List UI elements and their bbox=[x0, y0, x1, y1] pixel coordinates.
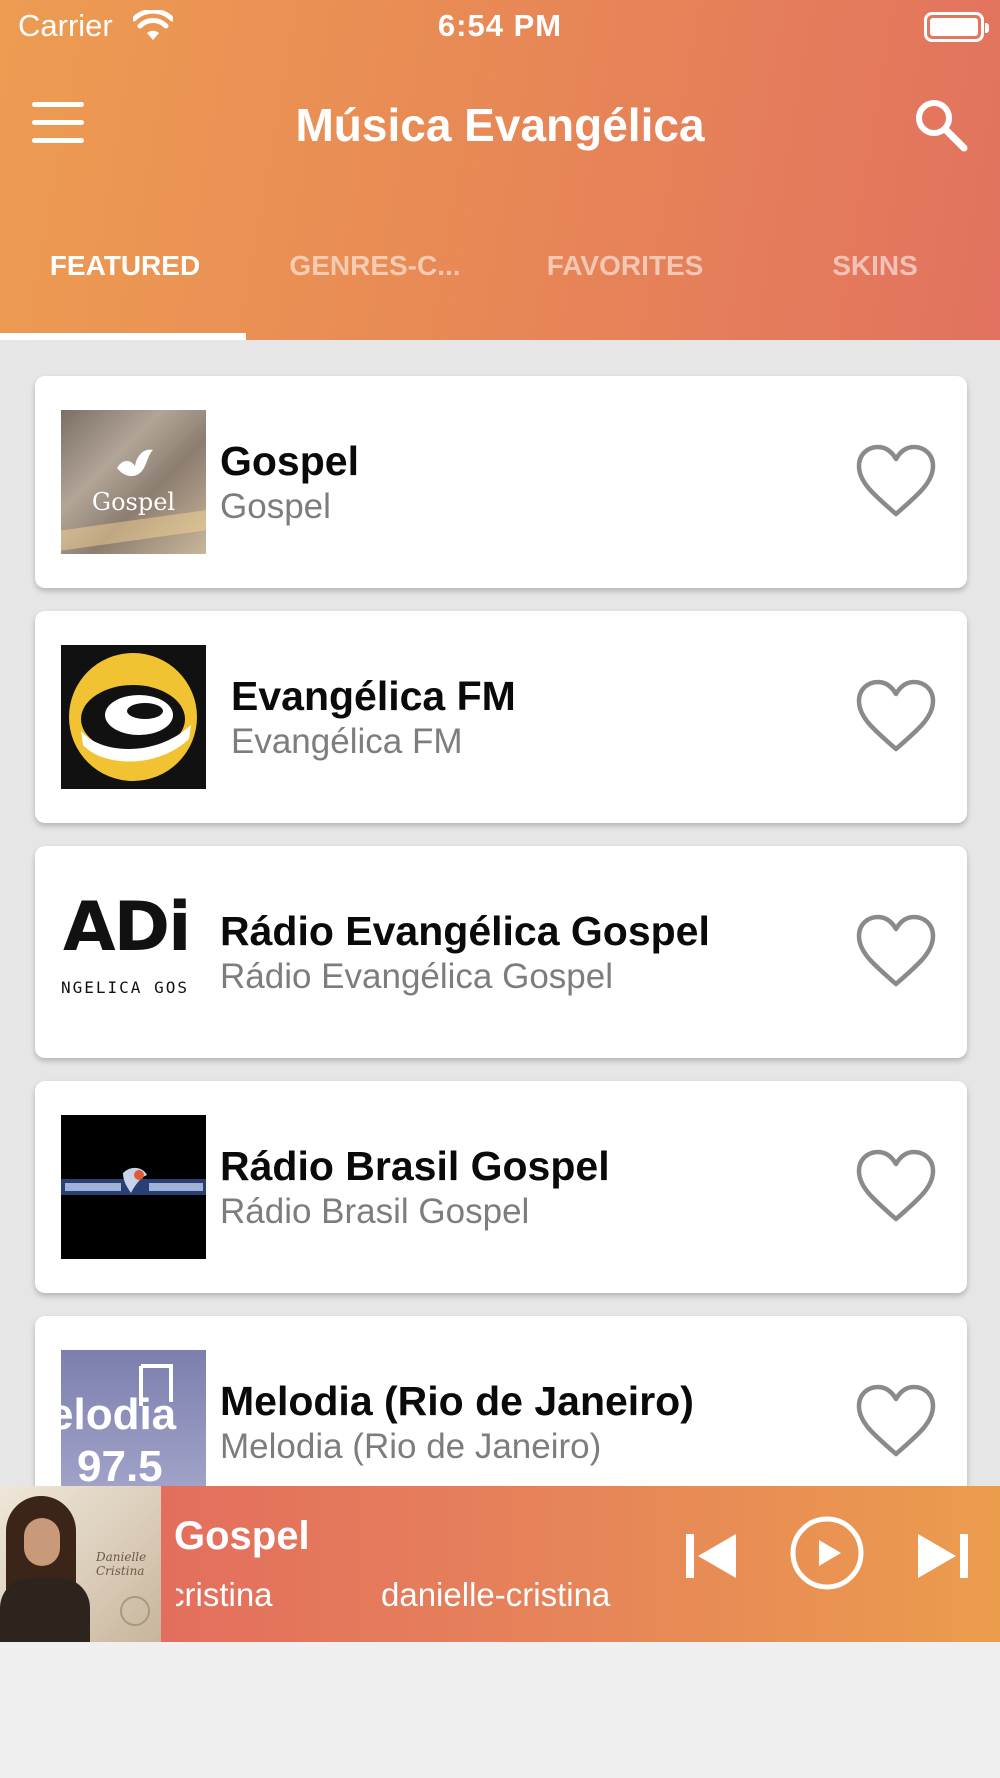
skip-previous-icon[interactable] bbox=[682, 1528, 740, 1584]
page-title: Música Evangélica bbox=[295, 99, 705, 151]
station-card-radio-evangelica-gospel[interactable]: ADi NGELICA GOS Rádio Evangélica Gospel … bbox=[35, 846, 967, 1058]
station-logo bbox=[61, 1115, 206, 1259]
station-logo: Gospel bbox=[61, 410, 206, 554]
tab-favorites[interactable]: FAVORITES bbox=[500, 236, 750, 340]
logo-text: Gospel bbox=[91, 488, 176, 516]
brasil-logo-icon bbox=[61, 1167, 206, 1195]
search-icon[interactable] bbox=[912, 96, 970, 154]
heart-icon[interactable] bbox=[853, 1147, 939, 1225]
station-subtitle: Rádio Evangélica Gospel bbox=[220, 957, 614, 996]
station-title: Rádio Brasil Gospel bbox=[220, 1143, 610, 1189]
evangelica-logo-icon bbox=[69, 653, 197, 781]
mini-player[interactable]: Danielle Cristina Gospel lle-cristina da… bbox=[0, 1486, 1000, 1642]
cover-signature: Danielle Cristina bbox=[96, 1550, 147, 1578]
tab-genres[interactable]: GENRES-C... bbox=[250, 236, 500, 340]
station-title: Rádio Evangélica Gospel bbox=[220, 908, 710, 954]
tab-skins[interactable]: SKINS bbox=[750, 236, 1000, 340]
status-time: 6:54 PM bbox=[437, 8, 563, 43]
station-logo: elodia 97.5 bbox=[61, 1350, 206, 1486]
heart-icon[interactable] bbox=[853, 677, 939, 755]
album-cover[interactable]: Danielle Cristina bbox=[0, 1486, 161, 1642]
status-bar: Carrier 6:54 PM bbox=[0, 0, 1000, 56]
skip-next-icon[interactable] bbox=[914, 1528, 972, 1584]
station-title: Evangélica FM bbox=[231, 673, 516, 719]
station-list[interactable]: Gospel Gospel Gospel Evangélica FM Evang… bbox=[0, 340, 1000, 1486]
station-logo bbox=[61, 645, 206, 789]
station-card-gospel[interactable]: Gospel Gospel Gospel bbox=[35, 376, 967, 588]
dove-icon bbox=[117, 449, 153, 477]
heart-icon[interactable] bbox=[853, 912, 939, 990]
logo-subtext: 97.5 bbox=[77, 1442, 163, 1486]
app-root: Carrier 6:54 PM Música Evangélica FEATUR… bbox=[0, 0, 1000, 1778]
header: Carrier 6:54 PM Música Evangélica FEATUR… bbox=[0, 0, 1000, 340]
station-card-evangelica-fm[interactable]: Evangélica FM Evangélica FM bbox=[35, 611, 967, 823]
play-icon[interactable] bbox=[788, 1514, 866, 1592]
now-playing-artist-marquee: lle-cristina danielle-cristina bbox=[176, 1576, 641, 1620]
now-playing-title: Gospel bbox=[174, 1514, 310, 1558]
station-subtitle: Rádio Brasil Gospel bbox=[220, 1192, 530, 1231]
bottom-blank-area bbox=[0, 1642, 1000, 1778]
station-card-radio-brasil-gospel[interactable]: Rádio Brasil Gospel Rádio Brasil Gospel bbox=[35, 1081, 967, 1293]
station-logo: ADi NGELICA GOS bbox=[61, 880, 206, 1024]
logo-text: ADi bbox=[63, 888, 191, 967]
station-subtitle: Evangélica FM bbox=[231, 722, 463, 761]
heart-icon[interactable] bbox=[853, 1382, 939, 1460]
logo-subtext: NGELICA GOS bbox=[61, 978, 189, 997]
station-title: Gospel bbox=[220, 438, 359, 484]
heart-icon[interactable] bbox=[853, 442, 939, 520]
station-subtitle: Gospel bbox=[220, 487, 331, 526]
logo-text: elodia bbox=[61, 1390, 177, 1439]
station-subtitle: Melodia (Rio de Janeiro) bbox=[220, 1427, 602, 1466]
tab-featured[interactable]: FEATURED bbox=[0, 236, 250, 340]
marquee-text: lle-cristina bbox=[176, 1576, 273, 1613]
station-title: Melodia (Rio de Janeiro) bbox=[220, 1378, 694, 1424]
marquee-text: danielle-cristina bbox=[381, 1576, 611, 1613]
tab-bar: FEATURED GENRES-C... FAVORITES SKINS bbox=[0, 236, 1000, 340]
battery-icon bbox=[924, 12, 989, 42]
station-card-melodia[interactable]: elodia 97.5 Melodia (Rio de Janeiro) Mel… bbox=[35, 1316, 967, 1486]
